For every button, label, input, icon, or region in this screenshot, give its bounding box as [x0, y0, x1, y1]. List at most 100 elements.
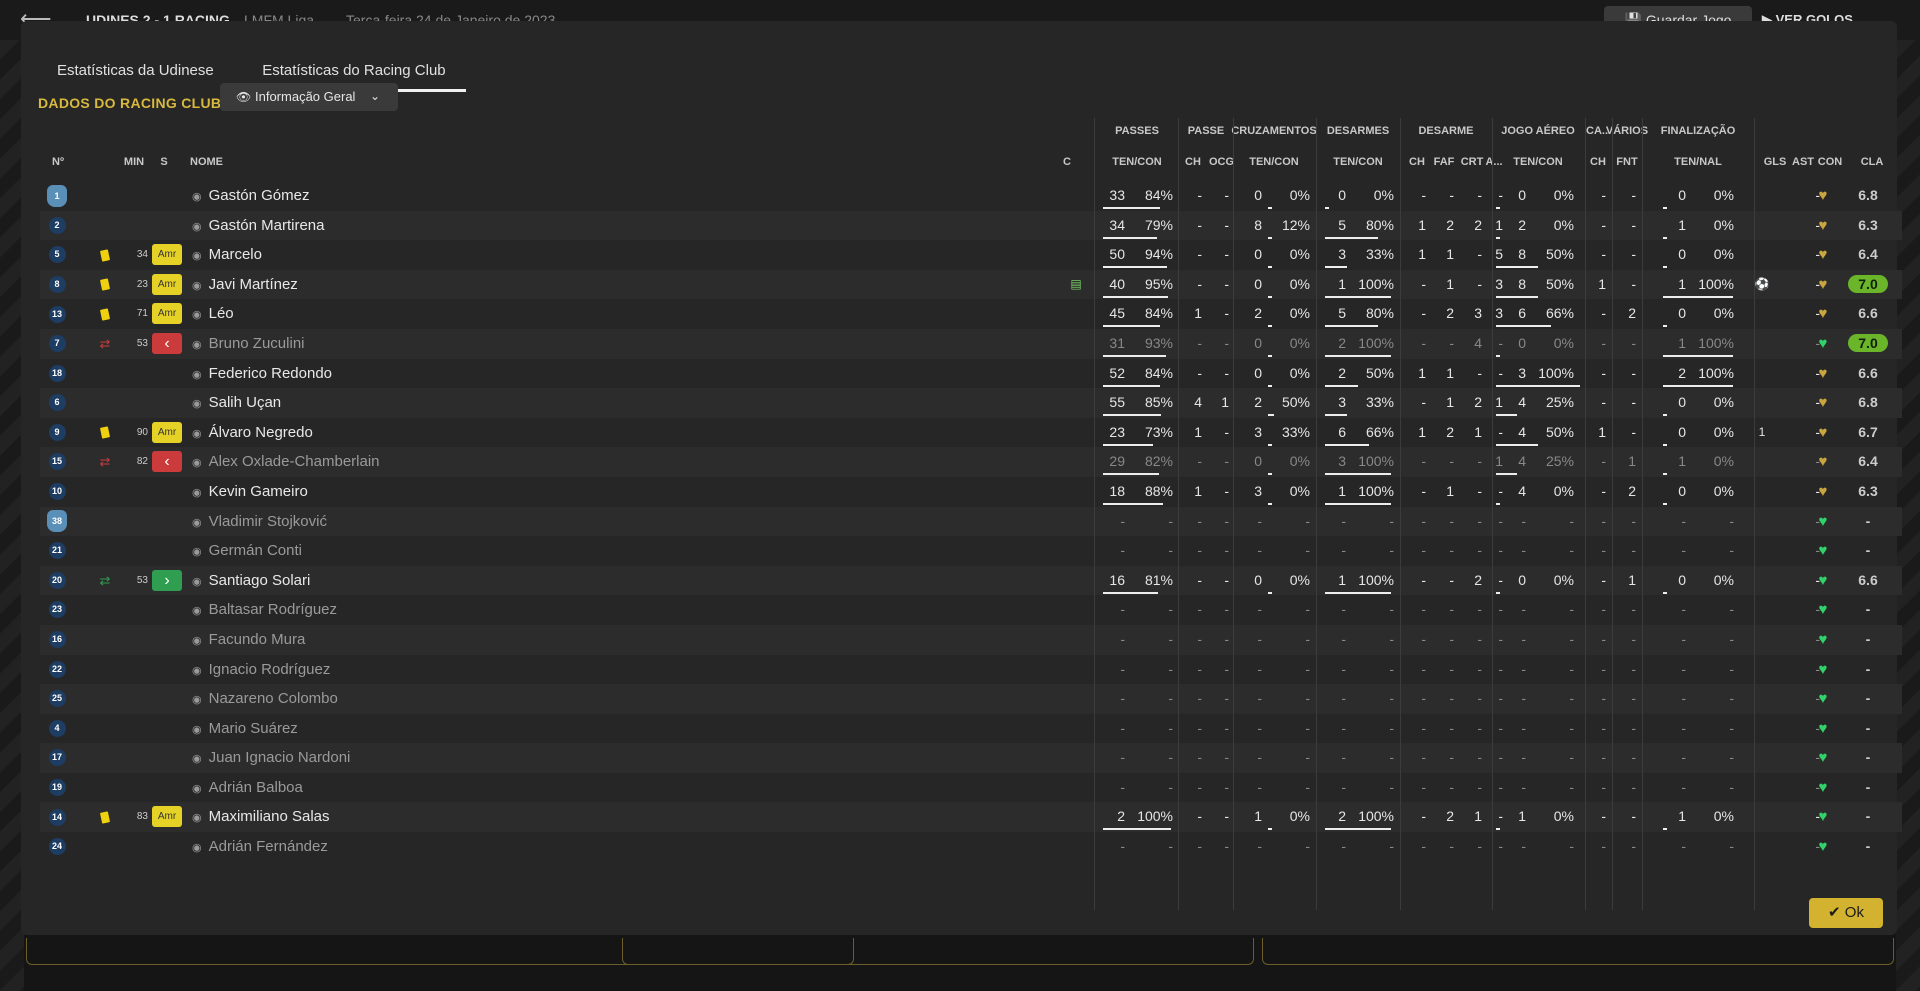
crosses-success-bar	[1268, 354, 1272, 357]
player-name[interactable]: ◉ Adrián Balboa	[192, 773, 303, 805]
table-row[interactable]: 5 34 Amr ◉ Marcelo 50 94% - -0 0% 3 33% 1 1-5 8 50% - -0 0…	[40, 240, 1902, 270]
player-name[interactable]: ◉ Gastón Gómez	[192, 181, 310, 213]
player-name[interactable]: ◉ Nazareno Colombo	[192, 684, 338, 716]
player-name[interactable]: ◉ Alex Oxlade-Chamberlain	[192, 447, 380, 479]
header-column-label[interactable]: TEN/CON	[1244, 156, 1304, 168]
header-column-label[interactable]: A...	[1485, 156, 1503, 168]
table-row[interactable]: 10 ◉ Kevin Gameiro 18 88% 1-3 0% 1 100% -1- -4 0% -2…	[40, 477, 1902, 507]
misc-fnt: 2	[1628, 305, 1636, 322]
aerial-success-bar	[1496, 414, 1517, 417]
shots-percent: 0%	[1713, 246, 1734, 263]
tackles-percent: -	[1389, 690, 1394, 707]
player-name[interactable]: ◉ Léo	[192, 299, 234, 331]
table-row[interactable]: 4 ◉ Mario Suárez - - - - - - - - - - - - - - - - - - - ♥ -	[40, 714, 1902, 744]
header-column-label[interactable]: NOME	[190, 156, 250, 168]
header-column-label[interactable]: Nº	[46, 156, 70, 168]
table-row[interactable]: 1 ◉ Gastón Gómez 33 84% - -0 0% 0 0% - - - -0 0% - -0 0% -…	[40, 181, 1902, 211]
player-name[interactable]: ◉ Vladimir Stojković	[192, 507, 327, 539]
header-column-label[interactable]: TEN/CON	[1508, 156, 1568, 168]
ok-button[interactable]: ✔ Ok	[1809, 898, 1883, 928]
rating-value: 6.8	[1858, 394, 1878, 411]
tackles-success-bar	[1325, 266, 1347, 269]
crosses-success-bar	[1268, 236, 1272, 239]
person-icon: ◉	[192, 338, 202, 351]
player-name[interactable]: ◉ Kevin Gameiro	[192, 477, 308, 509]
header-column-label[interactable]: GLS	[1763, 156, 1787, 168]
person-icon: ◉	[192, 634, 202, 647]
player-name[interactable]: ◉ Federico Redondo	[192, 359, 332, 391]
tackle-faf: -	[1449, 187, 1454, 203]
table-row[interactable]: 6 ◉ Salih Uçan 55 85% 4 1 2 50% 3 33% -1 2 1 4 25% - -0 0%…	[40, 388, 1902, 418]
table-row[interactable]: 24 ◉ Adrián Fernández - - - - - - - - - - - - - - - - - - - ♥ -	[40, 832, 1902, 862]
crosses-attempts: 0	[1254, 364, 1262, 381]
player-name[interactable]: ◉ Salih Uçan	[192, 388, 281, 420]
player-name[interactable]: ◉ Ignacio Rodríguez	[192, 655, 330, 687]
table-row[interactable]: 2 ◉ Gastón Martirena 34 79% - -8 12% 5 80% 1 2 2 1 2 0%…	[40, 210, 1902, 243]
table-row[interactable]: 18 ◉ Federico Redondo 52 84% - -0 0% 2 50% 1 1- -3 10…	[40, 359, 1902, 389]
table-row[interactable]: 15 ⇄ 82 ‹ ◉ Alex Oxlade-Chamberlain 29 82% - -0 0%…	[40, 447, 1902, 477]
header-column-label[interactable]: TEN/CON	[1328, 156, 1388, 168]
table-row[interactable]: 38 ◉ Vladimir Stojković - - - - - - - - - - - - - - - - - - -…	[40, 506, 1902, 539]
yellow-status-badge: Amr	[152, 421, 182, 443]
header-column-label[interactable]: CH	[1588, 156, 1608, 168]
header-column-label[interactable]: MIN	[122, 156, 146, 168]
table-row[interactable]: 13 71 Amr ◉ Léo 45 84% 1-2 0% 5 80% -2 3 3 6 66% -2 0 0% - ♥…	[40, 299, 1902, 329]
table-row[interactable]: 14 83 Amr ◉ Maximiliano Salas 2 100% - -1 0% 2 100%…	[40, 802, 1902, 834]
table-row[interactable]: 19 ◉ Adrián Balboa - - - - - - - - - - - - - - - - - - - ♥ -	[40, 773, 1902, 803]
yellow-card-icon	[96, 299, 114, 329]
view-select-dropdown[interactable]: 👁 Informação Geral ⌄	[220, 83, 398, 111]
player-name[interactable]: ◉ Javi Martínez	[192, 270, 298, 302]
table-row[interactable]: 21 ◉ Germán Conti - - - - - - - - - - - - - - - - - - - ♥ -	[40, 536, 1902, 566]
player-name[interactable]: ◉ Baltasar Rodríguez	[192, 595, 337, 627]
shots-percent: 0%	[1713, 808, 1734, 825]
player-name[interactable]: ◉ Álvaro Negredo	[192, 418, 313, 450]
player-name[interactable]: ◉ Germán Conti	[192, 536, 302, 568]
header-column-label[interactable]: S	[156, 156, 172, 168]
table-row[interactable]: 22 ◉ Ignacio Rodríguez - - - - - - - - - - - - - - - - - - - ♥…	[40, 655, 1902, 685]
player-name[interactable]: ◉ Mario Suárez	[192, 714, 298, 746]
player-name[interactable]: ◉ Juan Ignacio Nardoni	[192, 743, 350, 775]
tab-udinese-stats[interactable]: Estatísticas da Udinese	[35, 51, 236, 91]
misc-fnt: -	[1631, 719, 1636, 736]
table-row[interactable]: 16 ◉ Facundo Mura - - - - - - - - - - - - - - - - - - - ♥ -	[40, 624, 1902, 657]
passes-percent: -	[1168, 660, 1173, 677]
header-column-label[interactable]: TEN/NAL	[1668, 156, 1728, 168]
player-name[interactable]: ◉ Bruno Zuculini	[192, 329, 305, 361]
table-row[interactable]: 9 90 Amr ◉ Álvaro Negredo 23 73% 1-3 33% 6 66% 1 2 1-…	[40, 418, 1902, 448]
header-column-label[interactable]: CRT	[1460, 156, 1484, 168]
aerial-success-bar	[1496, 207, 1500, 209]
header-column-label[interactable]: CH	[1183, 156, 1203, 168]
misc-fnt: 2	[1628, 482, 1636, 499]
misc-fnt: -	[1631, 778, 1636, 795]
aerial-ch: -	[1601, 482, 1606, 499]
tackle-crt: -	[1477, 364, 1482, 381]
header-column-label[interactable]: CLA	[1855, 156, 1889, 168]
table-row[interactable]: 25 ◉ Nazareno Colombo - - - - - - - - - - - - - - - - - - - ♥ -	[40, 684, 1902, 714]
aerial-success-bar	[1496, 236, 1500, 239]
passes-attempts: -	[1120, 630, 1125, 647]
player-name[interactable]: ◉ Facundo Mura	[192, 625, 305, 657]
header-column-label[interactable]: C	[1058, 156, 1076, 168]
table-row[interactable]: 23 ◉ Baltasar Rodríguez - - - - - - - - - - - - - - - - - - -…	[40, 595, 1902, 625]
header-column-label[interactable]: FAF	[1432, 156, 1456, 168]
table-row[interactable]: 20 ⇄ 53 › ◉ Santiago Solari 16 81% - -0 0% 1 100% - -2…	[40, 565, 1902, 598]
person-icon: ◉	[192, 605, 202, 618]
header-column-label[interactable]: CH	[1407, 156, 1427, 168]
player-name[interactable]: ◉ Gastón Martirena	[192, 211, 325, 243]
aerial-ch: 1	[1598, 423, 1606, 440]
header-column-label[interactable]: FNT	[1616, 156, 1638, 168]
player-name[interactable]: ◉ Adrián Fernández	[192, 832, 328, 864]
player-name[interactable]: ◉ Marcelo	[192, 240, 262, 272]
table-row[interactable]: 8 23 Amr ◉ Javi Martínez ▤ 40 95% - -0 0% 1 100% -1-3…	[40, 269, 1902, 302]
player-name-text: Federico Redondo	[208, 364, 333, 382]
tackle-ch: -	[1421, 749, 1426, 766]
tackles-attempts: -	[1341, 778, 1346, 795]
header-column-label[interactable]: TEN/CON	[1107, 156, 1167, 168]
player-name[interactable]: ◉ Maximiliano Salas	[192, 802, 330, 834]
table-row[interactable]: 7 ⇄ 53 ‹ ◉ Bruno Zuculini 31 93% - -0 0% 2 100% - -4-0…	[40, 328, 1902, 361]
header-column-label[interactable]: CON	[1816, 156, 1844, 168]
table-row[interactable]: 17 ◉ Juan Ignacio Nardoni - - - - - - - - - - - - - - - - -…	[40, 743, 1902, 773]
header-column-label[interactable]: AST	[1792, 156, 1814, 168]
player-name[interactable]: ◉ Santiago Solari	[192, 566, 310, 598]
header-column-label[interactable]: OCG	[1209, 156, 1234, 168]
